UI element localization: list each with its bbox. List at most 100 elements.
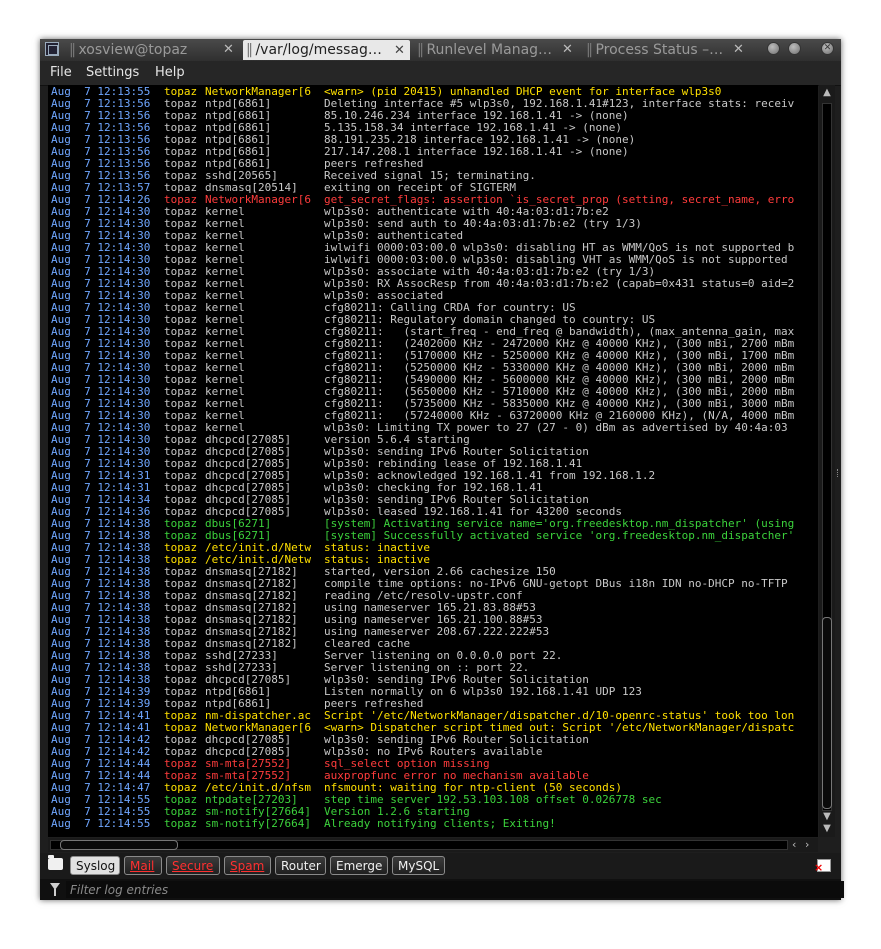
log-row[interactable]: Aug 7 12:13:56 topaz ntpd[6861] 85.10.246.2… [51, 110, 818, 122]
scrollbar-thumb[interactable] [60, 840, 178, 850]
log-row[interactable]: Aug 7 12:14:30 topaz kernel cfg80211: (5650… [51, 386, 818, 398]
close-window-button[interactable]: ✕ [821, 42, 834, 55]
log-row[interactable]: Aug 7 12:14:44 topaz sm-mta[27552] sql_sele… [51, 758, 818, 770]
log-row[interactable]: Aug 7 12:14:30 topaz kernel wlp3s0: associa… [51, 290, 818, 302]
vertical-scrollbar[interactable]: ▲ ▼ ▼ [819, 85, 835, 837]
log-row[interactable]: Aug 7 12:14:38 topaz dnsmasq[27182] reading… [51, 590, 818, 602]
scroll-down-icon[interactable]: ▼ [821, 811, 833, 823]
log-row[interactable]: Aug 7 12:13:56 topaz ntpd[6861] 88.191.235.… [51, 134, 818, 146]
minimize-button[interactable] [767, 42, 780, 55]
maximize-button[interactable] [788, 42, 801, 55]
scrollbar-thumb[interactable] [822, 617, 832, 809]
log-row[interactable]: Aug 7 12:14:55 topaz ntpdate[27203] step ti… [51, 794, 818, 806]
tab-mail[interactable]: Mail [124, 856, 162, 875]
log-row[interactable]: Aug 7 12:14:38 topaz dbus[6271] [system] Ac… [51, 518, 818, 530]
log-row[interactable]: Aug 7 12:14:30 topaz kernel iwlwifi 0000:03… [51, 254, 818, 266]
log-row[interactable]: Aug 7 12:14:30 topaz kernel cfg80211: (5735… [51, 398, 818, 410]
menu-help[interactable]: Help [155, 64, 185, 82]
log-row[interactable]: Aug 7 12:14:30 topaz dhcpcd[27085] wlp3s0: … [51, 446, 818, 458]
log-row[interactable]: Aug 7 12:14:30 topaz dhcpcd[27085] wlp3s0: … [51, 458, 818, 470]
open-folder-icon[interactable] [48, 855, 63, 870]
log-row[interactable]: Aug 7 12:14:30 topaz kernel cfg80211: (5490… [51, 374, 818, 386]
app-menu-icon[interactable] [45, 42, 59, 56]
log-row[interactable]: Aug 7 12:14:30 topaz kernel wlp3s0: associa… [51, 266, 818, 278]
log-row[interactable]: Aug 7 12:14:55 topaz sm-notify[27664] Alrea… [51, 818, 818, 830]
tab-spam[interactable]: Spam [224, 856, 271, 875]
tab-process-status[interactable]: ‖ Process Status –… [583, 40, 731, 60]
log-row[interactable]: Aug 7 12:13:55 topaz NetworkManager[6 <warn… [51, 86, 818, 98]
log-row[interactable]: Aug 7 12:14:39 topaz ntpd[6861] peers refre… [51, 698, 818, 710]
log-row[interactable]: Aug 7 12:14:30 topaz kernel wlp3s0: authent… [51, 230, 818, 242]
scroll-right-icon[interactable]: › [805, 838, 809, 852]
log-row[interactable]: Aug 7 12:14:41 topaz NetworkManager[6 <warn… [51, 722, 818, 734]
log-row[interactable]: Aug 7 12:14:38 topaz sshd[27233] Server lis… [51, 662, 818, 674]
tab-close-icon[interactable]: ✕ [562, 42, 573, 57]
log-row[interactable]: Aug 7 12:14:30 topaz kernel cfg80211: (2402… [51, 338, 818, 350]
log-row[interactable]: Aug 7 12:14:39 topaz ntpd[6861] Listen norm… [51, 686, 818, 698]
log-row[interactable]: Aug 7 12:14:30 topaz dhcpcd[27085] version … [51, 434, 818, 446]
log-row[interactable]: Aug 7 12:13:56 topaz ntpd[6861] 5.135.158.3… [51, 122, 818, 134]
log-row[interactable]: Aug 7 12:14:38 topaz dbus[6271] [system] Su… [51, 530, 818, 542]
log-row[interactable]: Aug 7 12:14:38 topaz dnsmasq[27182] using n… [51, 626, 818, 638]
log-row[interactable]: Aug 7 12:14:30 topaz kernel wlp3s0: Limitin… [51, 422, 818, 434]
tab-syslog[interactable]: Syslog [70, 856, 120, 875]
log-row[interactable]: Aug 7 12:13:56 topaz sshd[20565] Received s… [51, 170, 818, 182]
log-row[interactable]: Aug 7 12:14:38 topaz dnsmasq[27182] cleared… [51, 638, 818, 650]
scroll-up-icon[interactable]: ▲ [821, 87, 833, 99]
menu-settings[interactable]: Settings [86, 64, 139, 82]
log-row[interactable]: Aug 7 12:14:30 topaz kernel cfg80211: (5250… [51, 362, 818, 374]
log-row[interactable]: Aug 7 12:14:31 topaz dhcpcd[27085] wlp3s0: … [51, 482, 818, 494]
log-row[interactable]: Aug 7 12:14:38 topaz/etc/init.d/Netw statu… [51, 542, 818, 554]
log-row[interactable]: Aug 7 12:14:44 topaz sm-mta[27552] auxpropf… [51, 770, 818, 782]
log-row[interactable]: Aug 7 12:14:42 topaz dhcpcd[27085] wlp3s0: … [51, 734, 818, 746]
log-row[interactable]: Aug 7 12:13:57 topaz dnsmasq[20514] exiting… [51, 182, 818, 194]
scroll-down-icon[interactable]: ▼ [821, 823, 833, 835]
log-row[interactable]: Aug 7 12:14:38 topaz dnsmasq[27182] using n… [51, 614, 818, 626]
log-row[interactable]: Aug 7 12:14:41 topaz nm-dispatcher.ac Scrip… [51, 710, 818, 722]
tab-var-log-messages[interactable]: ‖ /var/log/messag… ✕ [243, 40, 410, 60]
log-row[interactable]: Aug 7 12:14:26 topaz NetworkManager[6 get_s… [51, 194, 818, 206]
clear-alerts-icon[interactable] [814, 859, 831, 873]
log-row[interactable]: Aug 7 12:14:42 topaz dhcpcd[27085] wlp3s0: … [51, 746, 818, 758]
log-row[interactable]: Aug 7 12:13:56 topaz ntpd[6861] Deleting in… [51, 98, 818, 110]
log-row[interactable]: Aug 7 12:14:55 topaz sm-notify[27664] Versi… [51, 806, 818, 818]
log-row[interactable]: Aug 7 12:13:56 topaz ntpd[6861] 217.147.208… [51, 146, 818, 158]
log-row[interactable]: Aug 7 12:14:30 topaz kernel wlp3s0: send au… [51, 218, 818, 230]
log-row[interactable]: Aug 7 12:14:38 topaz/etc/init.d/Netw statu… [51, 554, 818, 566]
log-view[interactable]: Aug 7 12:13:55 topaz NetworkManager[6 <warn… [48, 85, 818, 837]
log-row[interactable]: Aug 7 12:14:30 topaz kernel cfg80211: (star… [51, 326, 818, 338]
tab-close-icon[interactable]: ✕ [223, 42, 234, 57]
log-row[interactable]: Aug 7 12:14:30 topaz kernel iwlwifi 0000:03… [51, 242, 818, 254]
log-row[interactable]: Aug 7 12:14:30 topaz kernel wlp3s0: authent… [51, 206, 818, 218]
resize-grip[interactable] [837, 469, 841, 477]
log-row[interactable]: Aug 7 12:14:38 topaz dnsmasq[27182] started… [51, 566, 818, 578]
tab-xosview[interactable]: ‖ xosview@topaz [66, 40, 234, 60]
log-row[interactable]: Aug 7 12:14:38 topaz dhcpcd[27085] wlp3s0: … [51, 674, 818, 686]
log-row[interactable]: Aug 7 12:14:31 topaz dhcpcd[27085] wlp3s0: … [51, 470, 818, 482]
tab-router[interactable]: Router [275, 856, 326, 875]
filter-input[interactable] [66, 881, 844, 898]
log-row[interactable]: Aug 7 12:14:34 topaz dhcpcd[27085] wlp3s0: … [51, 494, 818, 506]
log-row[interactable]: Aug 7 12:14:36 topaz dhcpcd[27085] wlp3s0: … [51, 506, 818, 518]
tab-emerge[interactable]: Emerge [330, 856, 388, 875]
menu-file[interactable]: File [50, 64, 72, 82]
log-row[interactable]: Aug 7 12:14:38 topaz dnsmasq[27182] using n… [51, 602, 818, 614]
tab-runlevel-manager[interactable]: ‖ Runlevel Manag… [414, 40, 574, 60]
log-row[interactable]: Aug 7 12:14:30 topaz kernel cfg80211: (5724… [51, 410, 818, 422]
log-date: Aug 7 12:14:38 [51, 590, 151, 602]
log-row[interactable]: Aug 7 12:14:38 topaz sshd[27233] Server lis… [51, 650, 818, 662]
log-row[interactable]: Aug 7 12:14:30 topaz kernel cfg80211: Calli… [51, 302, 818, 314]
tab-close-icon[interactable]: ✕ [394, 41, 405, 60]
log-row[interactable]: Aug 7 12:13:56 topaz ntpd[6861] peers refre… [51, 158, 818, 170]
log-row[interactable]: Aug 7 12:14:30 topaz kernel cfg80211: Regul… [51, 314, 818, 326]
log-row[interactable]: Aug 7 12:14:47 topaz/etc/init.d/nfsm nfsmo… [51, 782, 818, 794]
log-process: kernel [205, 290, 245, 302]
log-row[interactable]: Aug 7 12:14:38 topaz dnsmasq[27182] compile… [51, 578, 818, 590]
tab-mysql[interactable]: MySQL [392, 856, 445, 875]
log-row[interactable]: Aug 7 12:14:30 topaz kernel wlp3s0: RX Asso… [51, 278, 818, 290]
log-row[interactable]: Aug 7 12:14:30 topaz kernel cfg80211: (5170… [51, 350, 818, 362]
tab-secure[interactable]: Secure [166, 856, 220, 875]
horizontal-scrollbar[interactable]: ‹ › [48, 838, 818, 852]
tab-close-icon[interactable]: ✕ [733, 42, 744, 57]
scroll-left-icon[interactable]: ‹ [792, 838, 796, 852]
